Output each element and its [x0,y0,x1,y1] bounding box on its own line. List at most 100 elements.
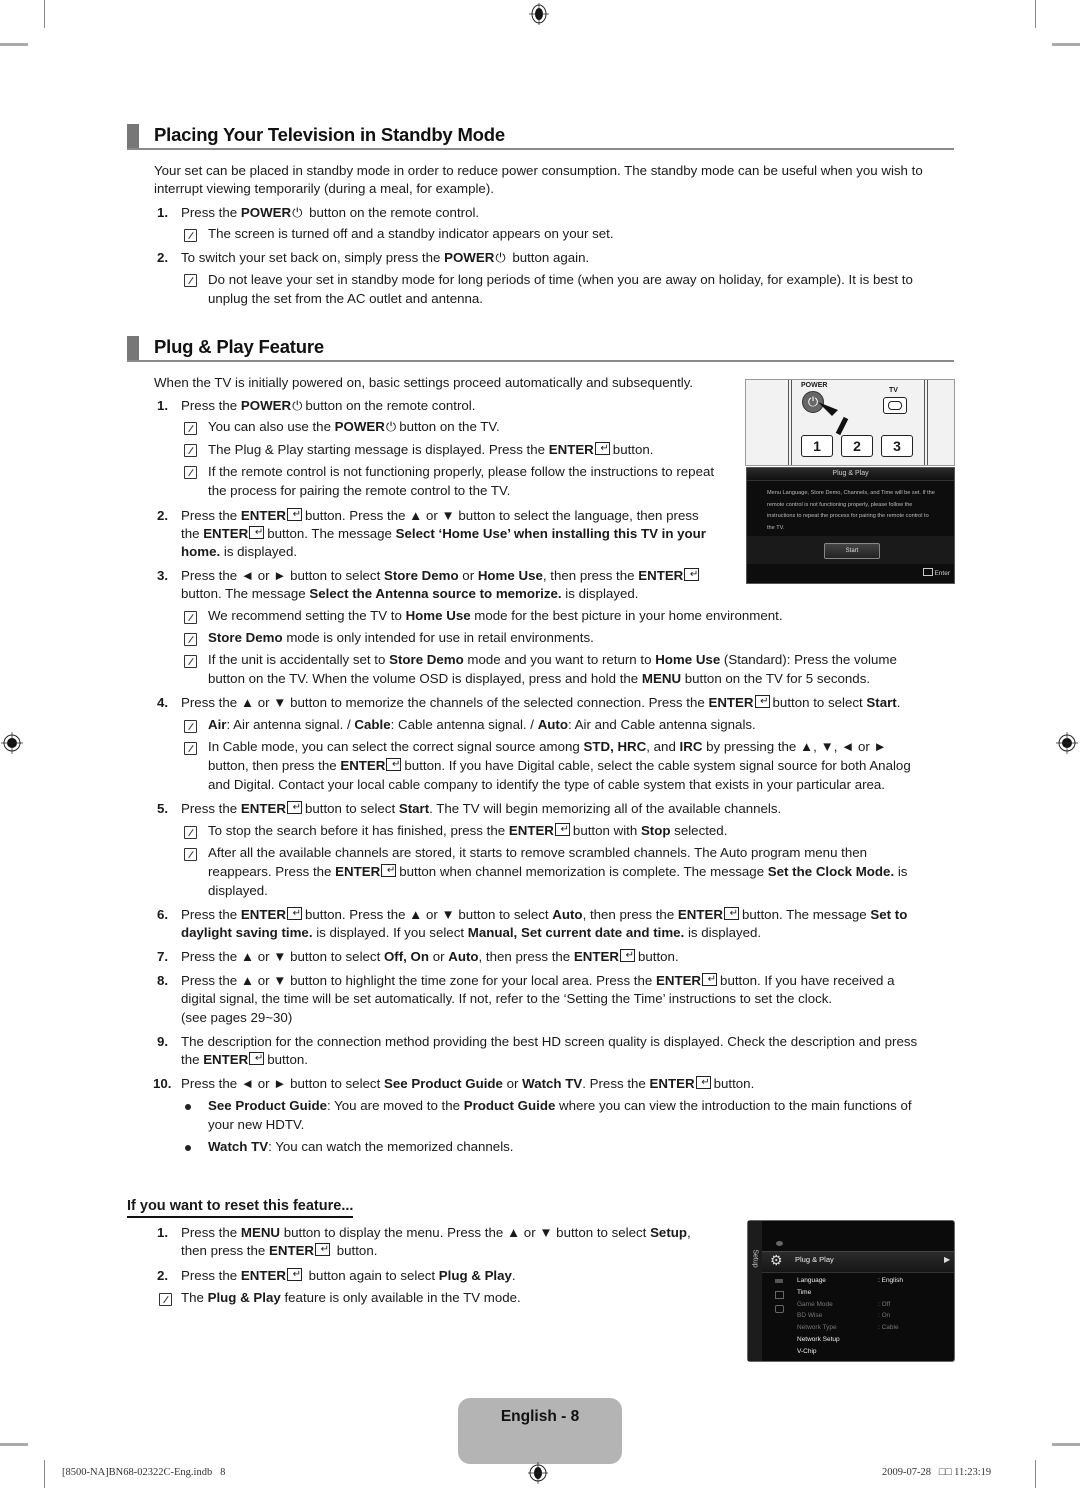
text: button on the remote control. [305,205,480,220]
step-text: the ENTERbutton. [181,1050,308,1070]
osd-enter-hint: Enter [922,568,950,577]
step-text: displayed. [208,883,268,898]
osd-message: Menu Language, Store Demo, Channels, and… [767,490,935,531]
text: feature is only available in the TV mode… [284,1290,521,1305]
crop-mark [44,1460,45,1488]
number-key: 1 [801,435,833,457]
remote-edge [924,380,925,465]
step-number: 2. [157,508,169,523]
enter-icon [381,862,397,881]
step-text: (see pages 29~30) [181,1010,293,1025]
text: POWER [444,250,495,265]
step-text: If the remote control is not functioning… [208,464,715,479]
note-icon [184,655,197,668]
osd-title: Plug & Play [747,468,954,481]
enter-icon [315,1241,331,1260]
step-number: 1. [157,398,169,413]
step-text: To stop the search before it has finishe… [208,821,727,841]
bullet-icon [185,1104,191,1110]
setup-menu-item[interactable]: V-Chip [797,1348,817,1355]
text: To switch your set back on, simply press… [181,250,445,265]
step-text: Press the ▲ or ▼ button to select Off, O… [181,947,679,967]
step-number: 6. [157,907,169,922]
file-info: [8500-NA]BN68-02322C-Eng.indb 8 [62,1467,226,1478]
step-text: After all the available channels are sto… [208,845,868,860]
enter-icon [249,524,265,543]
note-text: unplug the set from the AC outlet and an… [208,291,483,306]
step-text: Press the ENTER button again to select P… [181,1266,516,1286]
crop-mark [1052,1443,1080,1446]
note-icon [184,274,197,287]
number-key: 3 [881,435,913,457]
selected-row[interactable] [762,1251,954,1273]
menu-category-icon [775,1279,783,1283]
note-icon [184,444,197,457]
setup-menu-item[interactable]: Network Setup [797,1336,840,1343]
enter-icon [922,568,933,576]
enter-icon [249,1050,265,1069]
enter-icon [554,821,570,840]
enter-icon [386,756,402,775]
power-label: POWER [801,382,828,389]
text: button again. [508,250,590,265]
step-text: Press the MENU button to display the men… [181,1225,691,1240]
note-icon [184,720,197,733]
page-number-box: English - 8 [458,1398,622,1464]
step-text: the process for pairing the remote contr… [208,483,511,498]
plug-play-osd: Plug & Play Menu Language, Store Demo, C… [746,467,955,584]
enter-icon [286,905,302,924]
power-icon: ⏻ [495,250,506,265]
setup-menu-item[interactable]: Time [797,1289,811,1296]
step-number: 3. [157,568,169,583]
step-number: 7. [157,949,169,964]
step-text: In Cable mode, you can select the correc… [208,739,887,754]
step-text: To switch your set back on, simply press… [181,249,589,268]
step-text: Press the POWER⏻ button on the remote con… [181,397,475,416]
start-button[interactable]: Start [824,543,880,559]
remote-illustration: POWER ⏻ TV 1 2 3 [745,379,955,466]
setup-menu-item[interactable]: Language [797,1277,826,1284]
section-heading-plug-play: Plug & Play Feature [127,336,954,362]
section-heading-standby: Placing Your Television in Standby Mode [127,124,954,150]
registration-mark-icon [529,3,549,25]
step-number: 4. [157,695,169,710]
heading-bar [127,124,139,148]
note-text: Do not leave your set in standby mode fo… [208,272,913,287]
crop-mark [1052,43,1080,46]
setup-menu-item[interactable]: Network Type [797,1324,837,1331]
intro-text: interrupt viewing temporarily (during a … [154,181,494,196]
note-text: The Plug & Play feature is only availabl… [181,1290,521,1305]
step-text: Store Demo mode is only intended for use… [208,630,594,645]
step-text: button on the TV. When the volume OSD is… [208,671,871,686]
step-text: Press the POWER⏻ button on the remote co… [181,204,479,223]
setup-menu-item[interactable]: Game Mode [797,1301,833,1308]
setup-menu-value: : English [878,1277,903,1284]
gear-icon: ⚙ [770,1252,783,1268]
note-icon [184,742,197,755]
step-text: Press the ENTERbutton. Press the ▲ or ▼ … [181,506,699,526]
step-text: If the unit is accidentally set to Store… [208,652,897,667]
power-icon: ⏻ [292,205,303,220]
step-number: 1. [157,1225,169,1240]
menu-category-icon [776,1241,783,1246]
enter-icon [286,799,302,818]
step-text: Watch TV: You can watch the memorized ch… [208,1139,514,1154]
step-number: 5. [157,801,169,816]
registration-mark-icon [1056,732,1078,754]
reset-heading: If you want to reset this feature... [127,1197,354,1218]
setup-menu-value: : Cable [878,1324,899,1332]
crop-mark [1035,0,1036,28]
remote-edge [791,380,792,465]
step-text: then press the ENTER button. [181,1241,377,1261]
note-icon [159,1293,172,1306]
tv-label: TV [889,387,898,394]
step-text: the ENTERbutton. The message Select ‘Hom… [181,524,706,544]
crop-mark [0,1443,28,1446]
pointer-arrow-icon [818,402,849,436]
side-tab [748,1221,762,1361]
step-text: your new HDTV. [208,1117,305,1132]
setup-menu-item[interactable]: BD Wise [797,1312,822,1319]
setup-menu-value: : Off [878,1300,891,1308]
step-text: Press the ◄ or ► button to select Store … [181,566,702,586]
remote-edge [927,380,928,465]
